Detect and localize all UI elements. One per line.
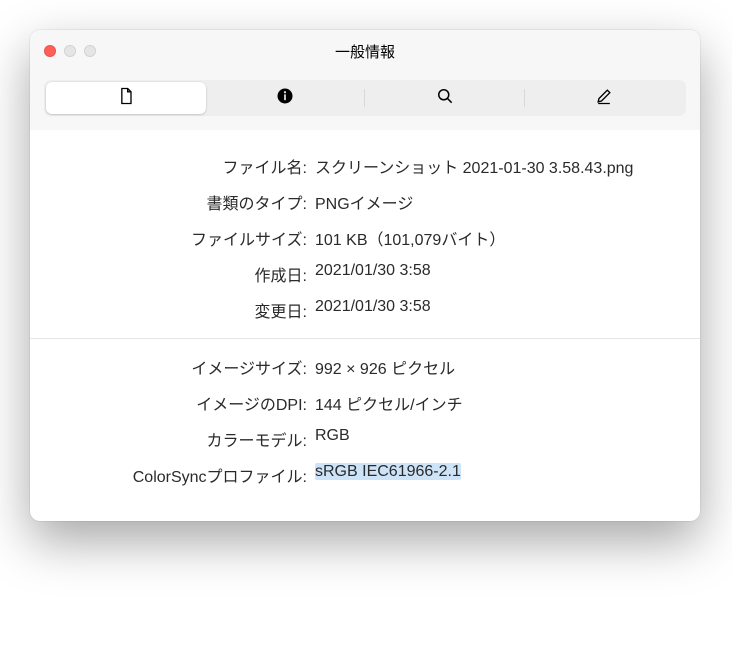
row-modified: 変更日: 2021/01/30 3:58 bbox=[70, 292, 660, 328]
file-icon bbox=[116, 86, 136, 111]
imagesize-label: イメージサイズ: bbox=[70, 355, 315, 379]
titlebar: 一般情報 bbox=[30, 30, 700, 72]
row-filename: ファイル名: スクリーンショット 2021-01-30 3.58.43.png bbox=[70, 148, 660, 184]
search-icon bbox=[435, 86, 455, 111]
colormodel-label: カラーモデル: bbox=[70, 427, 315, 451]
window-title: 一般情報 bbox=[30, 41, 700, 62]
row-dpi: イメージのDPI: 144 ピクセル/インチ bbox=[70, 385, 660, 421]
zoom-button bbox=[84, 45, 96, 57]
filesize-value: 101 KB（101,079バイト） bbox=[315, 226, 660, 250]
row-filesize: ファイルサイズ: 101 KB（101,079バイト） bbox=[70, 220, 660, 256]
row-imagesize: イメージサイズ: 992 × 926 ピクセル bbox=[70, 349, 660, 385]
segmented-tabs bbox=[44, 80, 686, 116]
tab-file[interactable] bbox=[46, 82, 206, 114]
dpi-label: イメージのDPI: bbox=[70, 391, 315, 415]
modified-label: 変更日: bbox=[70, 298, 315, 322]
row-colormodel: カラーモデル: RGB bbox=[70, 421, 660, 457]
info-window: 一般情報 bbox=[30, 30, 700, 521]
created-label: 作成日: bbox=[70, 262, 315, 286]
edit-icon bbox=[594, 86, 614, 111]
doctype-value: PNGイメージ bbox=[315, 190, 660, 214]
created-value: 2021/01/30 3:58 bbox=[315, 262, 660, 280]
tab-search[interactable] bbox=[365, 82, 525, 114]
info-icon bbox=[275, 86, 295, 111]
dpi-value: 144 ピクセル/インチ bbox=[315, 391, 660, 415]
modified-value: 2021/01/30 3:58 bbox=[315, 298, 660, 316]
colormodel-value: RGB bbox=[315, 427, 660, 445]
filename-label: ファイル名: bbox=[70, 154, 315, 178]
imagesize-value: 992 × 926 ピクセル bbox=[315, 355, 660, 379]
row-colorsync: ColorSyncプロファイル: sRGB IEC61966-2.1 bbox=[70, 457, 660, 493]
filename-value: スクリーンショット 2021-01-30 3.58.43.png bbox=[315, 154, 660, 178]
traffic-lights bbox=[44, 45, 96, 57]
close-button[interactable] bbox=[44, 45, 56, 57]
colorsync-value[interactable]: sRGB IEC61966-2.1 bbox=[315, 463, 660, 481]
filesize-label: ファイルサイズ: bbox=[70, 226, 315, 250]
toolbar bbox=[30, 72, 700, 130]
row-doctype: 書類のタイプ: PNGイメージ bbox=[70, 184, 660, 220]
row-created: 作成日: 2021/01/30 3:58 bbox=[70, 256, 660, 292]
divider bbox=[30, 338, 700, 339]
tab-info[interactable] bbox=[206, 82, 366, 114]
tab-edit[interactable] bbox=[525, 82, 685, 114]
minimize-button bbox=[64, 45, 76, 57]
doctype-label: 書類のタイプ: bbox=[70, 190, 315, 214]
info-panel: ファイル名: スクリーンショット 2021-01-30 3.58.43.png … bbox=[30, 130, 700, 521]
colorsync-label: ColorSyncプロファイル: bbox=[70, 463, 315, 487]
